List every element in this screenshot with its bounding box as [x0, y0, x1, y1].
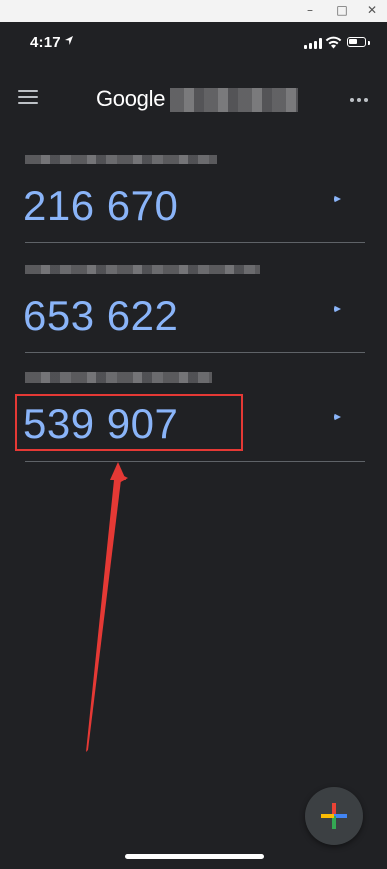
phone-screen: 4:17 Google 216 670 653 622 539 907	[0, 22, 387, 869]
maximize-button[interactable]: □	[328, 0, 356, 22]
add-plus-icon	[321, 803, 347, 829]
minimize-button[interactable]: –	[296, 0, 324, 22]
annotation-arrow	[86, 462, 128, 752]
close-button[interactable]: ✕	[358, 0, 386, 22]
home-indicator[interactable]	[125, 854, 264, 859]
window-titlebar: – □ ✕	[0, 0, 387, 22]
add-account-fab[interactable]	[305, 787, 363, 845]
